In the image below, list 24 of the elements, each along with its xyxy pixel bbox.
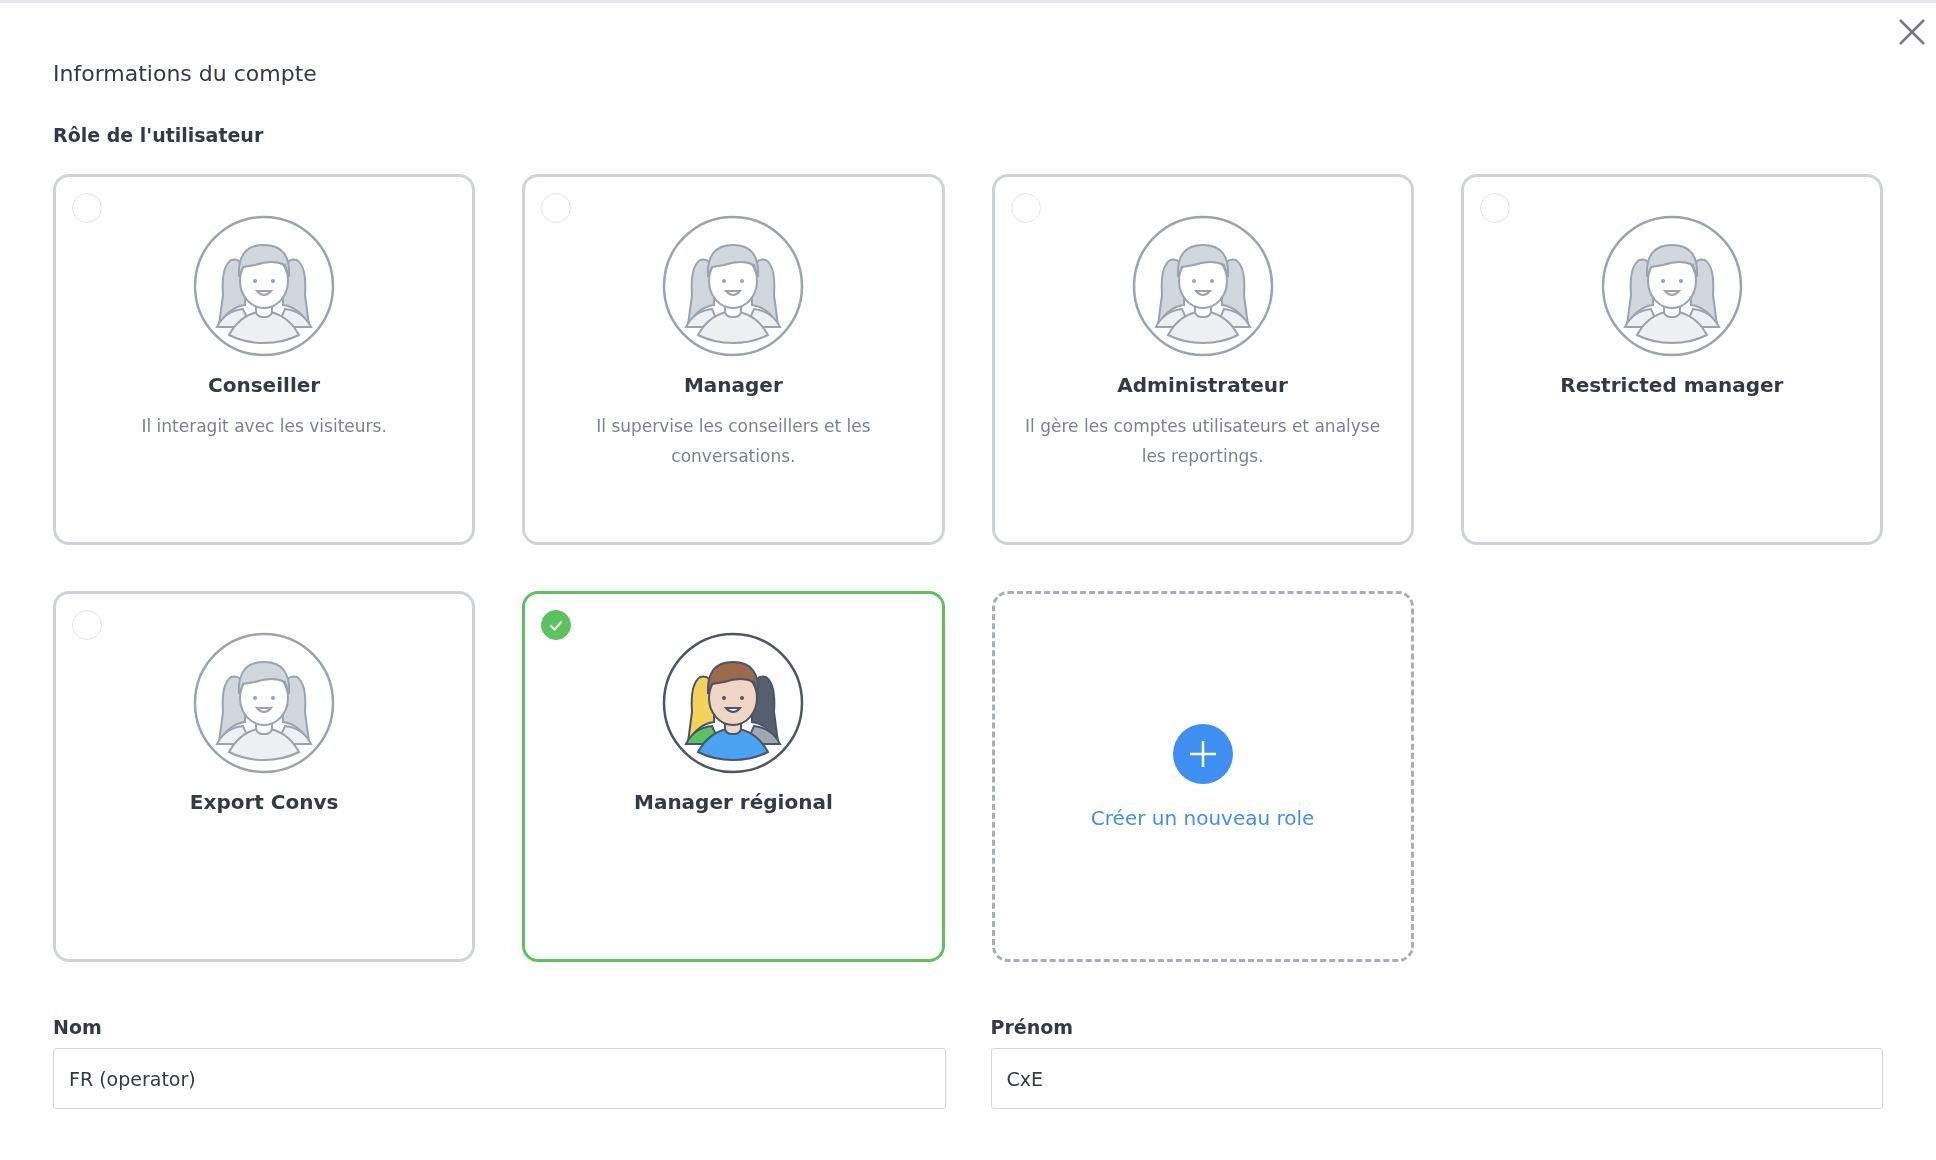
role-description: Il supervise les conseillers et les conversations. bbox=[595, 415, 872, 468]
role-card[interactable]: Restricted manager bbox=[1460, 174, 1883, 545]
role-name: Conseiller bbox=[208, 373, 321, 397]
checkmark-icon bbox=[549, 619, 564, 631]
text-field[interactable]: FR (operator) bbox=[53, 1048, 946, 1109]
field-label: Prénom bbox=[990, 1016, 1074, 1038]
close-icon[interactable] bbox=[1898, 18, 1926, 46]
role-description: Il gère les comptes utilisateurs et analyse les reportings. bbox=[1024, 415, 1382, 468]
text-field[interactable]: CxE bbox=[990, 1048, 1883, 1109]
role-card[interactable]: Export Convs bbox=[53, 591, 476, 962]
page-title: Informations du compte bbox=[53, 60, 317, 86]
role-name: Administrateur bbox=[1117, 373, 1288, 397]
role-name: Export Convs bbox=[189, 790, 339, 814]
role-name: Restricted manager bbox=[1560, 373, 1784, 397]
role-card[interactable]: Manager Il supervise les conseillers et les conversations. bbox=[522, 174, 945, 545]
role-card[interactable]: Administrateur Il gère les comptes utilisateurs et analyse les reportings. bbox=[991, 174, 1414, 545]
role-description: Il interagit avec les visiteurs. bbox=[141, 415, 387, 438]
role-card[interactable]: Manager régional bbox=[522, 591, 945, 962]
role-card[interactable]: Conseiller Il interagit avec les visiteurs. bbox=[53, 174, 476, 545]
radio-button[interactable] bbox=[541, 610, 572, 640]
section-label: Rôle de l'utilisateur bbox=[53, 124, 264, 146]
role-name: Manager régional bbox=[634, 790, 833, 814]
field-label: Nom bbox=[53, 1016, 102, 1038]
role-name: Manager bbox=[683, 373, 783, 397]
